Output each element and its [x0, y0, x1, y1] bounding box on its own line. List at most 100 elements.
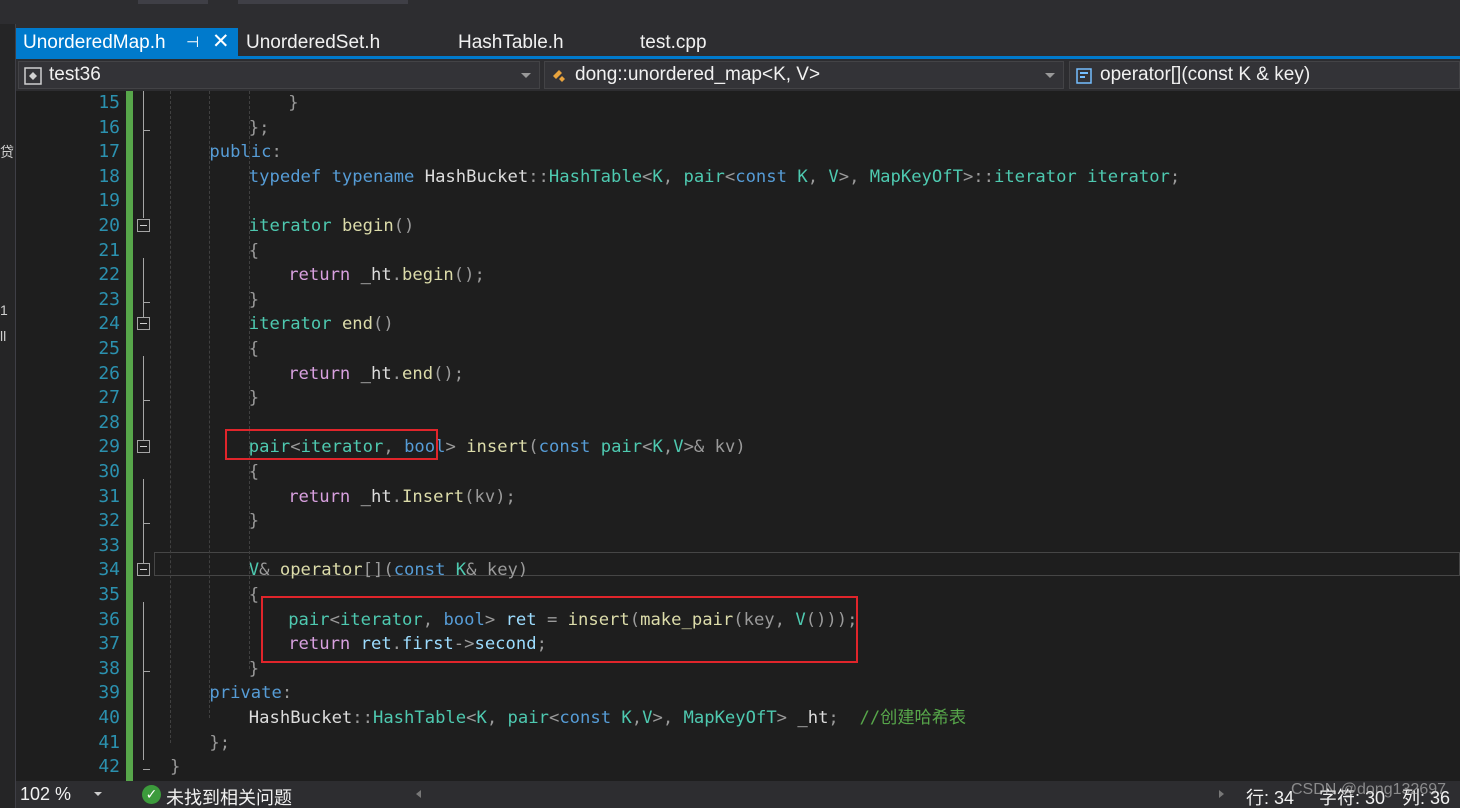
tab-hashtable-h[interactable]: HashTable.h	[451, 28, 611, 57]
title-strip	[0, 0, 1460, 24]
code-token: ::	[352, 708, 373, 728]
code-token: )	[517, 560, 529, 581]
line-number: 41	[98, 731, 120, 753]
dropdown-arrow-icon[interactable]	[1045, 73, 1055, 78]
indent-guide	[170, 91, 171, 743]
scroll-right-arrow[interactable]	[1219, 790, 1224, 798]
tab-test-cpp[interactable]: test.cpp	[633, 28, 753, 57]
code-token: const	[538, 437, 601, 458]
line-number: 18	[98, 165, 120, 187]
code-token: ::	[528, 166, 549, 187]
code-line[interactable]: iterator begin()	[249, 214, 415, 239]
fold-collapse-icon[interactable]	[137, 317, 150, 331]
project-name: test36	[49, 64, 101, 85]
code-line[interactable]: return _ht.end();	[288, 362, 464, 387]
code-line[interactable]: }	[288, 91, 298, 116]
line-number: 23	[98, 288, 120, 310]
code-line[interactable]: public:	[209, 140, 281, 165]
code-line[interactable]: }	[170, 755, 180, 780]
code-line[interactable]: iterator end()	[249, 312, 394, 337]
check-circle-icon: ✓	[142, 785, 161, 804]
indicator-margin	[16, 91, 44, 781]
dropdown-arrow-icon[interactable]	[521, 73, 531, 78]
scroll-left-arrow[interactable]	[416, 790, 421, 798]
line-number: 26	[98, 362, 120, 384]
code-token: private	[209, 683, 282, 704]
code-line[interactable]: {	[249, 460, 259, 485]
project-dropdown[interactable]: test36	[18, 61, 540, 89]
code-token: ;	[828, 708, 860, 728]
line-number: 35	[98, 584, 120, 605]
line-indicator[interactable]: 行: 34	[1246, 784, 1294, 808]
code-line[interactable]: HashBucket::HashTable<K, pair<const K,V>…	[249, 706, 966, 731]
code-line[interactable]: }	[249, 386, 259, 411]
code-line[interactable]: {	[249, 583, 259, 608]
code-token: :	[281, 683, 293, 704]
code-line[interactable]: {	[249, 239, 259, 264]
code-token: HashTable	[548, 166, 643, 187]
member-name: operator[](const K & key)	[1100, 64, 1311, 85]
code-token: K	[652, 437, 663, 458]
code-token: >,	[652, 708, 684, 728]
outline-line	[143, 602, 144, 761]
tab-unorderedset-h[interactable]: UnorderedSet.h	[239, 28, 429, 57]
code-token: typedef typename	[248, 166, 425, 187]
member-dropdown[interactable]: operator[](const K & key)	[1069, 61, 1460, 89]
code-line[interactable]: private:	[209, 681, 292, 706]
code-line[interactable]: }	[249, 509, 259, 534]
zoom-level[interactable]: 102 %	[20, 784, 71, 805]
code-token: >::	[962, 166, 994, 187]
code-token: <	[466, 708, 477, 728]
panel-fragment: 1	[0, 302, 8, 318]
code-token: kv	[474, 486, 496, 507]
code-token: .	[391, 363, 403, 384]
code-line[interactable]: };	[249, 116, 270, 141]
code-line[interactable]: typedef typename HashBucket::HashTable<K…	[249, 165, 1180, 190]
code-token: };	[248, 117, 270, 138]
line-number: 19	[98, 190, 120, 212]
fold-collapse-icon[interactable]	[137, 440, 150, 454]
line-number: 25	[98, 338, 120, 359]
outline-line	[143, 91, 144, 218]
code-token: ,	[662, 166, 684, 187]
code-token: {	[248, 585, 260, 605]
code-line[interactable]: V& operator[](const K& key)	[249, 558, 528, 583]
code-token: return	[288, 265, 361, 286]
line-number: 17	[98, 141, 120, 163]
line-number: 30	[98, 461, 120, 482]
fold-collapse-icon[interactable]	[137, 219, 150, 232]
code-token: const	[559, 708, 622, 728]
scope-dropdown[interactable]: dong::unordered_map<K, V>	[544, 61, 1064, 89]
code-token: insert	[466, 437, 529, 458]
code-editor[interactable]: 15 16 17 18 19 20 21 22 23 24 25 26 27 28 29 30 31 32 33 34…	[16, 91, 1460, 781]
method-icon	[1076, 68, 1092, 84]
code-token: HashBucket	[424, 166, 529, 187]
code-token: ,	[631, 708, 643, 728]
code-token: >	[776, 708, 798, 728]
code-line[interactable]: };	[209, 731, 230, 756]
code-line[interactable]: return _ht.begin();	[288, 263, 485, 288]
code-token: kv	[714, 437, 736, 458]
dropdown-arrow-icon[interactable]	[94, 792, 102, 796]
line-number: 29	[98, 436, 120, 458]
solution-panel-edge[interactable]: 贷 1 ll	[0, 24, 16, 808]
code-line[interactable]: }	[249, 288, 259, 313]
pin-icon[interactable]: ⊣	[186, 28, 199, 57]
line-number: 24	[98, 313, 120, 335]
code-token: }	[170, 757, 181, 778]
outline-end	[143, 400, 150, 402]
code-token: //创建哈希表	[859, 708, 967, 728]
issues-indicator[interactable]: 未找到相关问题	[166, 784, 292, 808]
close-icon[interactable]: ✕	[212, 27, 230, 56]
line-number: 27	[98, 387, 120, 409]
indent-guide	[248, 91, 250, 670]
code-line[interactable]: return _ht.Insert(kv);	[288, 485, 516, 510]
code-token: }	[248, 658, 260, 679]
tab-unorderedmap-h[interactable]: UnorderedMap.h ⊣ ✕	[16, 28, 238, 57]
code-line[interactable]: }	[249, 657, 259, 682]
code-line[interactable]: {	[249, 337, 259, 362]
fold-collapse-icon[interactable]	[137, 563, 150, 577]
code-token: _ht	[360, 363, 392, 384]
code-token: K	[455, 560, 467, 581]
code-token: return	[288, 363, 361, 384]
